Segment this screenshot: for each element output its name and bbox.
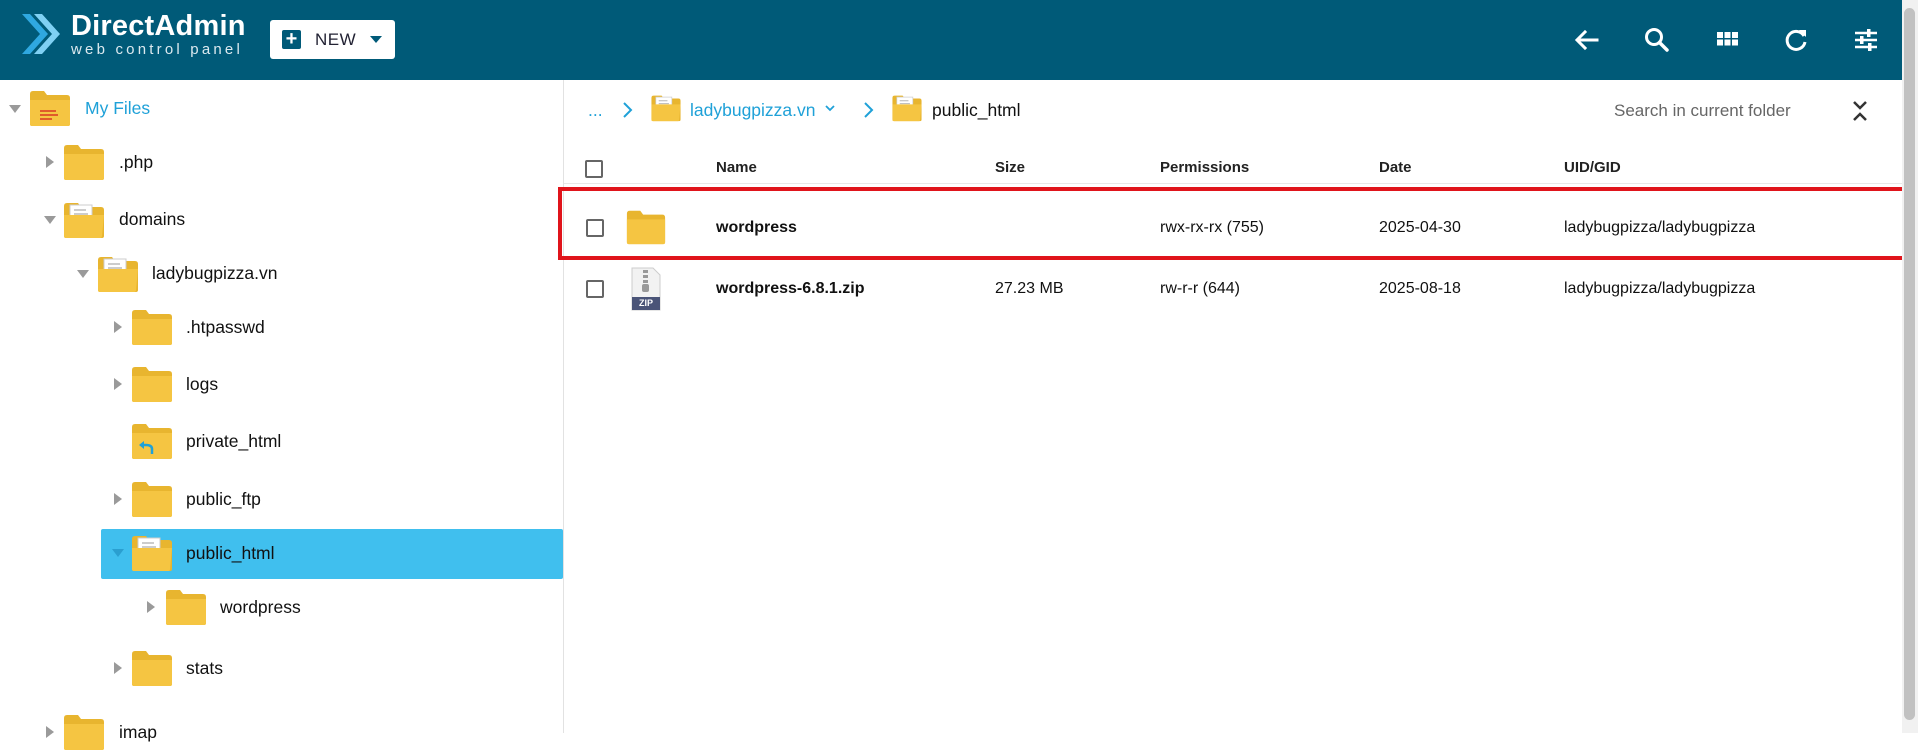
symlink-folder-icon <box>132 424 172 459</box>
column-header-permissions[interactable]: Permissions <box>1160 159 1249 176</box>
column-header-name[interactable]: Name <box>716 159 757 176</box>
expand-toggle-icon[interactable] <box>111 661 125 675</box>
breadcrumb-current: public_html <box>932 99 1021 120</box>
file-list-pane <box>564 80 1902 733</box>
open-folder-icon <box>62 200 106 240</box>
expand-toggle-icon[interactable] <box>43 725 57 739</box>
new-button-label: NEW <box>315 29 357 49</box>
brand: DirectAdmin web control panel <box>71 10 246 58</box>
top-bar: DirectAdmin web control panel + NEW <box>0 0 1902 80</box>
collapse-chevrons-icon[interactable] <box>1849 99 1871 123</box>
tree-item-public-ftp[interactable]: public_ftp <box>186 489 261 510</box>
expand-toggle-icon[interactable] <box>111 377 125 391</box>
collapse-toggle-icon[interactable] <box>111 546 125 560</box>
brand-name: DirectAdmin <box>71 10 246 42</box>
breadcrumb-domain[interactable]: ladybugpizza.vn <box>690 95 816 125</box>
tree-item-public-html[interactable]: public_html <box>186 543 275 564</box>
column-header-date[interactable]: Date <box>1379 159 1412 176</box>
my-files-folder-icon <box>30 91 70 126</box>
folder-icon <box>62 143 106 181</box>
column-header-size[interactable]: Size <box>995 159 1025 176</box>
row-permissions[interactable]: rw-r-r (644) <box>1160 280 1240 298</box>
row-name[interactable]: wordpress-6.8.1.zip <box>716 280 865 298</box>
row-size: 27.23 MB <box>995 280 1064 297</box>
chevron-right-icon <box>623 102 633 118</box>
tree-item-stats[interactable]: stats <box>186 658 223 679</box>
grid-view-icon[interactable] <box>1712 25 1742 55</box>
tree-item-ladybugpizza[interactable]: ladybugpizza.vn <box>152 263 278 284</box>
open-folder-icon <box>650 92 682 124</box>
zip-badge: ZIP <box>638 298 653 308</box>
tree-item-private-html[interactable]: private_html <box>186 431 281 452</box>
tree-item-php[interactable]: .php <box>119 152 153 173</box>
expand-toggle-icon[interactable] <box>111 492 125 506</box>
collapse-toggle-icon[interactable] <box>43 213 57 227</box>
expand-toggle-icon[interactable] <box>111 320 125 334</box>
tree-item-domains[interactable]: domains <box>119 209 185 230</box>
column-header-uid-gid[interactable]: UID/GID <box>1564 159 1621 176</box>
chevron-down-icon[interactable] <box>825 104 835 112</box>
directadmin-logo-icon <box>22 14 60 54</box>
select-all-checkbox[interactable] <box>585 160 603 178</box>
open-folder-icon <box>130 533 174 573</box>
search-icon[interactable] <box>1642 25 1672 55</box>
scrollbar-thumb[interactable] <box>1904 8 1915 720</box>
row-checkbox[interactable] <box>586 280 604 298</box>
expand-toggle-icon[interactable] <box>144 600 158 614</box>
folder-icon <box>164 588 208 626</box>
brand-subtitle: web control panel <box>71 41 243 58</box>
tree-item-wordpress[interactable]: wordpress <box>220 597 301 618</box>
tree-item-logs[interactable]: logs <box>186 374 218 395</box>
breadcrumb-ellipsis[interactable]: ... <box>588 95 603 125</box>
tree-root-my-files[interactable]: My Files <box>85 98 150 119</box>
collapse-toggle-icon[interactable] <box>76 267 90 281</box>
highlight-annotation-box <box>558 187 1909 260</box>
open-folder-icon <box>96 254 140 294</box>
expand-toggle-icon[interactable] <box>43 155 57 169</box>
open-folder-icon <box>891 92 923 124</box>
tree-item-htpasswd[interactable]: .htpasswd <box>186 317 265 338</box>
folder-icon <box>62 713 106 751</box>
caret-down-icon <box>370 36 383 43</box>
plus-icon: + <box>282 29 301 49</box>
search-input[interactable]: Search in current folder <box>1614 101 1791 121</box>
header-divider <box>564 183 1902 184</box>
refresh-icon[interactable] <box>1781 25 1811 55</box>
chevron-right-icon <box>864 102 874 118</box>
back-arrow-icon[interactable] <box>1572 25 1602 55</box>
folder-icon <box>130 308 174 346</box>
row-uid-gid: ladybugpizza/ladybugpizza <box>1564 280 1756 297</box>
new-button[interactable]: + NEW <box>270 20 395 59</box>
collapse-toggle-icon[interactable] <box>8 102 22 116</box>
row-date: 2025-08-18 <box>1379 280 1461 297</box>
folder-icon <box>130 480 174 518</box>
folder-icon <box>130 365 174 403</box>
settings-sliders-icon[interactable] <box>1851 25 1881 55</box>
folder-icon <box>130 649 174 687</box>
